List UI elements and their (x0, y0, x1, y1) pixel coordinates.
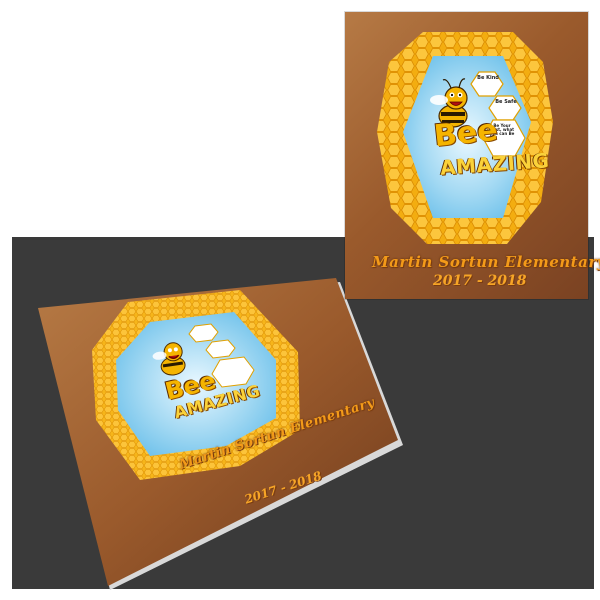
front-logo-bee: Bee (432, 112, 500, 155)
front-hex-safe-label: Be Safe (495, 99, 517, 105)
front-school-name: Martin Sortun Elementary (372, 253, 600, 271)
front-years: 2017 - 2018 (433, 273, 527, 289)
front-hex-kind-label: Be Kind (477, 75, 499, 81)
